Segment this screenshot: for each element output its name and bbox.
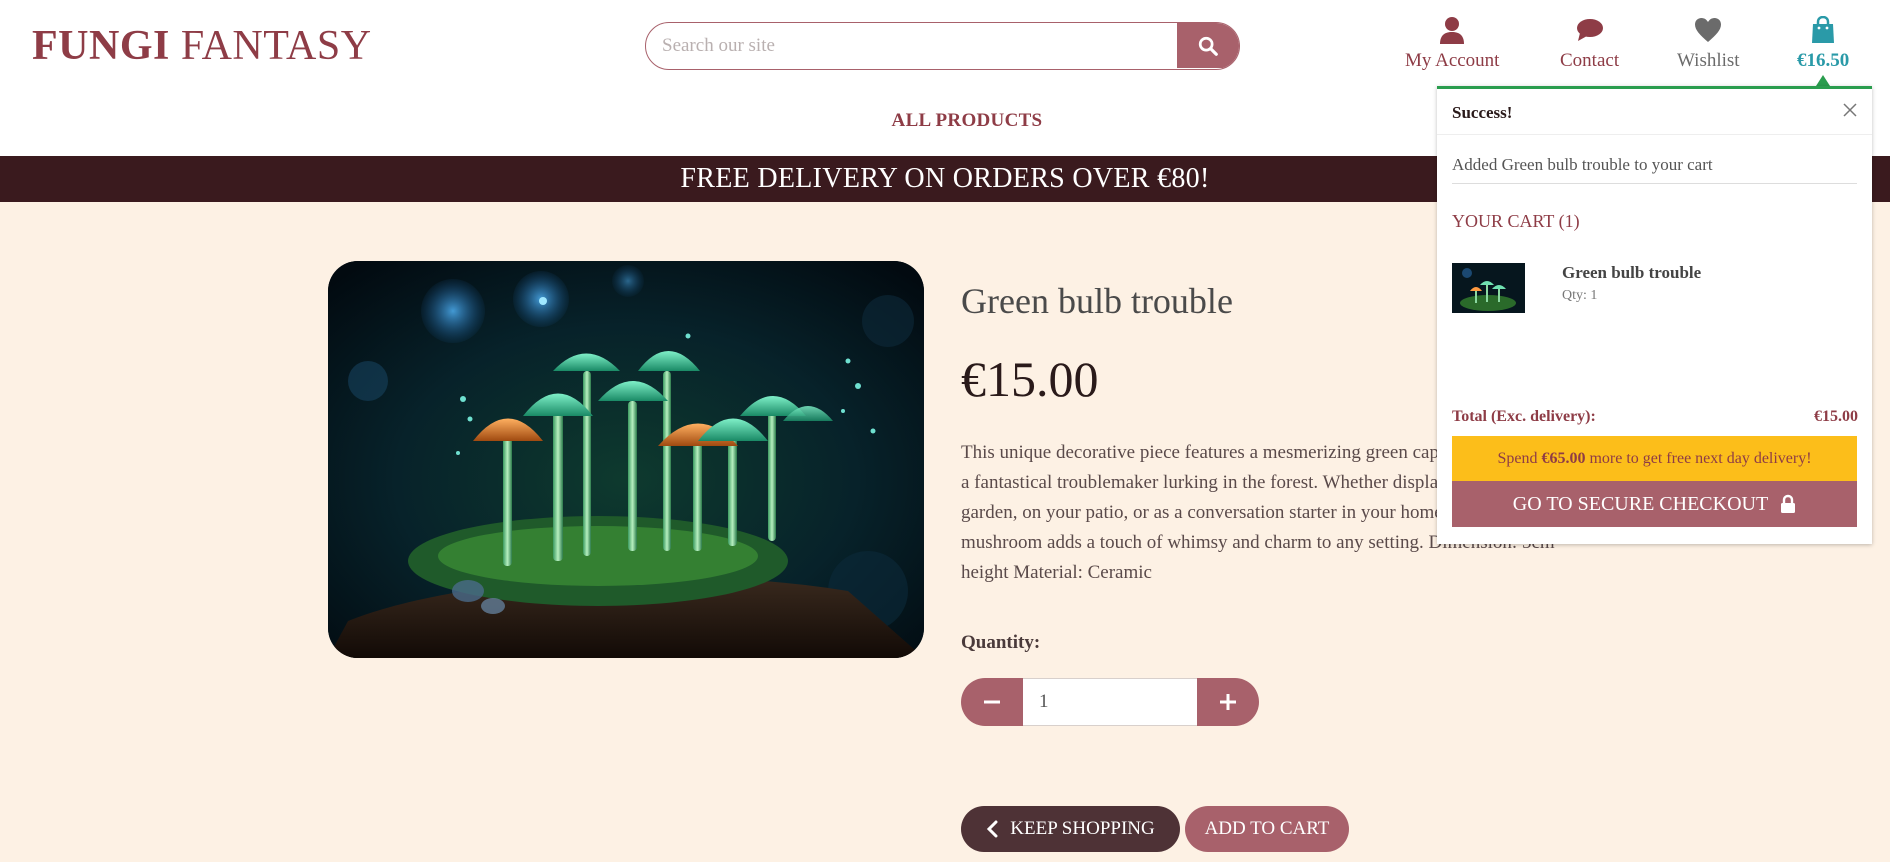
spend-amount: €65.00 [1541,449,1586,467]
search-button[interactable] [1177,23,1239,68]
popup-caret [1816,75,1830,86]
nav-wishlist-label: Wishlist [1677,50,1740,71]
heart-icon [1677,15,1740,45]
nav-contact-label: Contact [1560,50,1620,71]
free-delivery-notice: Spend €65.00 more to get free next day d… [1452,436,1857,481]
site-logo[interactable]: FUNGI FANTASY [32,22,372,70]
popup-cart-heading: YOUR CART (1) [1452,211,1580,231]
spend-suffix: more to get free next day delivery! [1585,449,1812,467]
quantity-decrease-button[interactable] [961,678,1023,726]
cart-total-label: Total (Exc. delivery): [1452,408,1596,425]
secure-checkout-button[interactable]: GO TO SECURE CHECKOUT [1452,481,1857,527]
cart-total-value: €15.00 [1814,408,1858,425]
cart-item-qty: Qty: 1 [1562,288,1598,303]
nav-my-account[interactable]: My Account [1405,15,1499,72]
user-icon [1405,15,1499,45]
product-image[interactable] [328,261,924,658]
cart-popup: Success! Added Green bulb trouble to you… [1437,86,1872,544]
logo-bold: FUNGI [32,23,170,69]
popup-message: Added Green bulb trouble to your cart [1452,155,1857,184]
logo-rest: FANTASY [180,23,372,69]
minus-icon [984,700,1000,704]
popup-title: Success! [1452,103,1513,122]
quantity-increase-button[interactable] [1197,678,1259,726]
close-icon [1843,103,1857,117]
quantity-label: Quantity: [961,632,1041,653]
close-popup-button[interactable] [1842,102,1858,118]
product-title: Green bulb trouble [961,281,1233,321]
keep-shopping-button[interactable]: KEEP SHOPPING [961,806,1180,852]
product-price: €15.00 [961,351,1099,407]
nav-cart[interactable]: €16.50 [1797,15,1849,72]
popup-header: Success! [1437,89,1872,135]
product-photo-mushrooms [328,261,924,658]
quantity-stepper: 1 [961,678,1259,726]
search-input[interactable] [646,23,1178,68]
keep-shopping-label: KEEP SHOPPING [1010,818,1155,839]
lock-icon [1781,494,1796,513]
nav-wishlist[interactable]: Wishlist [1677,15,1740,72]
checkout-label: GO TO SECURE CHECKOUT [1512,492,1769,515]
chevron-left-icon [987,820,998,838]
shopping-bag-icon [1797,15,1849,45]
plus-icon [1220,694,1236,710]
cart-item-name[interactable]: Green bulb trouble [1562,263,1701,283]
search-icon [1198,36,1218,56]
search-bar [645,22,1240,70]
quantity-input[interactable]: 1 [1023,678,1197,726]
add-to-cart-button[interactable]: ADD TO CART [1185,806,1349,852]
nav-my-account-label: My Account [1405,50,1500,71]
nav-cart-total: €16.50 [1797,50,1850,71]
nav-contact[interactable]: Contact [1560,15,1619,72]
spend-prefix: Spend [1497,449,1542,467]
cart-item-thumbnail[interactable] [1452,263,1525,313]
chat-bubble-icon [1560,15,1619,45]
